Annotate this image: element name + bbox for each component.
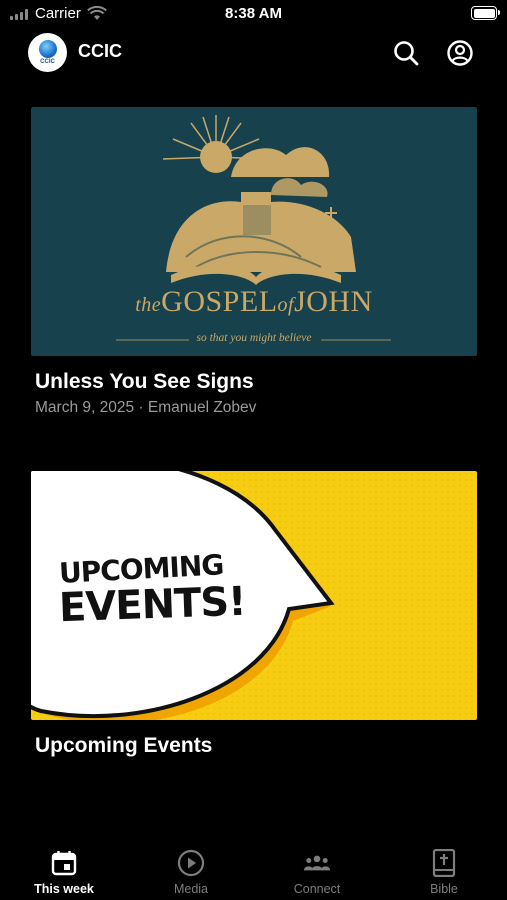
battery-icon <box>471 6 500 20</box>
bottom-tab-bar: This week Media Connect Bible <box>0 840 507 900</box>
profile-button[interactable] <box>445 38 475 68</box>
clock: 8:38 AM <box>225 5 282 22</box>
tab-this-week[interactable]: This week <box>14 840 114 900</box>
series-subtitle: so that you might believe <box>196 332 312 344</box>
app-header: CCIC CCIC <box>0 30 507 76</box>
search-button[interactable] <box>391 38 421 68</box>
tab-bible[interactable]: Bible <box>394 840 494 900</box>
search-icon <box>394 41 419 66</box>
globe-icon <box>38 40 57 58</box>
sermon-card[interactable]: theGOSPELofJOHN so that you might believ… <box>31 107 477 417</box>
events-image[interactable]: UPCOMING EVENTS! <box>31 471 477 720</box>
tab-label: Media <box>173 882 209 896</box>
tab-label: Connect <box>293 882 341 896</box>
calendar-icon <box>50 849 78 877</box>
church-logo[interactable]: CCIC <box>28 33 67 72</box>
events-card[interactable]: UPCOMING EVENTS! Upcoming Events <box>31 471 477 758</box>
play-icon <box>177 849 205 877</box>
sermon-series-image[interactable]: theGOSPELofJOHN so that you might believ… <box>31 107 477 356</box>
bible-icon <box>430 849 458 877</box>
sermon-meta: March 9, 2025 · Emanuel Zobev <box>35 399 257 416</box>
gospel-artwork <box>162 115 356 285</box>
logo-text: CCIC <box>40 59 55 65</box>
group-icon <box>303 849 331 877</box>
app-title: CCIC <box>78 41 122 61</box>
events-headline: UPCOMING EVENTS! <box>58 548 247 632</box>
series-title: theGOSPELofJOHN <box>135 285 373 318</box>
sermon-title[interactable]: Unless You See Signs <box>35 370 477 394</box>
status-bar: Carrier 8:38 AM <box>0 0 507 28</box>
events-title[interactable]: Upcoming Events <box>35 734 477 758</box>
profile-icon <box>447 40 473 66</box>
tab-media[interactable]: Media <box>141 840 241 900</box>
tab-label: This week <box>34 882 94 896</box>
tab-label: Bible <box>430 882 458 896</box>
tab-connect[interactable]: Connect <box>267 840 367 900</box>
